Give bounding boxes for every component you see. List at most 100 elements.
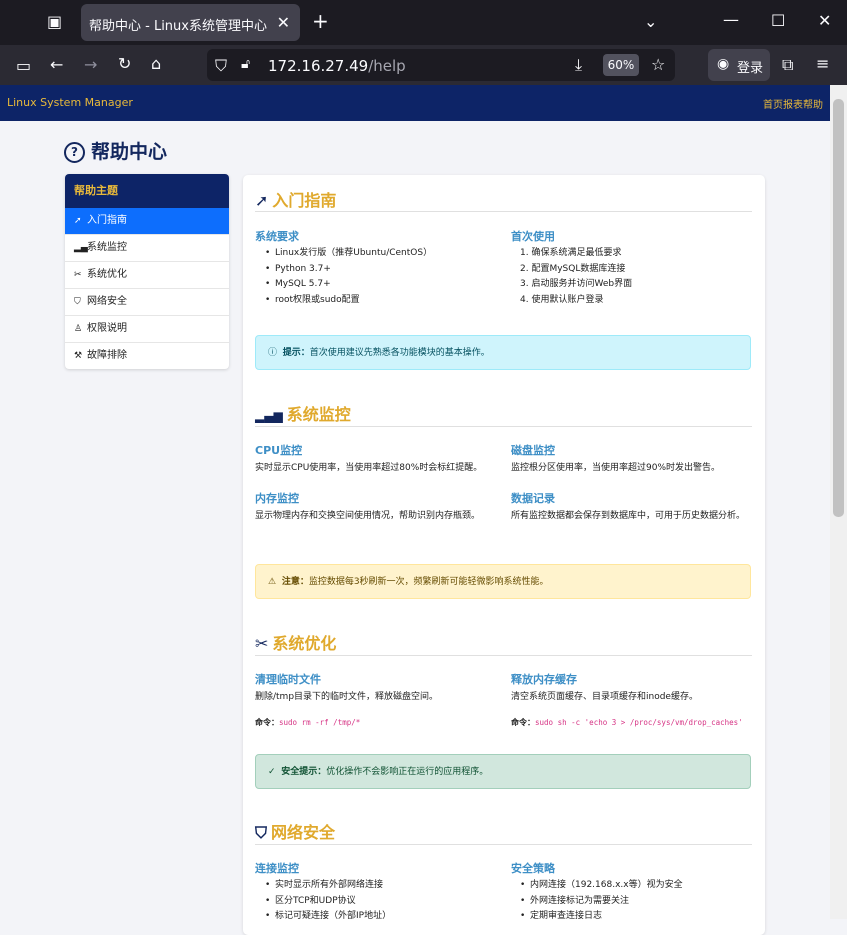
shield-tracking-icon[interactable]: ⛉	[215, 56, 227, 76]
subheading-drop-cache: 释放内存缓存	[511, 673, 577, 686]
tools-icon: ✂	[255, 634, 269, 653]
home-icon[interactable]: ⌂	[151, 54, 161, 73]
list-item: 4. 使用默认账户登录	[520, 294, 604, 305]
lock-icon[interactable]: 🔓︎	[241, 56, 250, 72]
maximize-icon[interactable]: ☐	[771, 13, 785, 29]
bookmark-star-icon[interactable]: ☆	[651, 55, 665, 74]
subheading-first-use: 首次使用	[511, 230, 555, 243]
sidebar-item-optimization[interactable]: ✂ 系统优化	[65, 261, 229, 288]
sidebar-item-permissions[interactable]: ♙ 权限说明	[65, 315, 229, 342]
subheading-clean-tmp: 清理临时文件	[255, 673, 321, 686]
section-title-getting-started: ➚ 入门指南	[255, 191, 337, 210]
section-title-monitoring: ▂▄▆ 系统监控	[255, 405, 351, 424]
first-use-steps: 1. 确保系统满足最低要求 2. 配置MySQL数据库连接 3. 启动服务并访问…	[520, 246, 632, 308]
data-logging-description: 所有监控数据都会保存到数据库中，可用于历史数据分析。	[511, 511, 746, 521]
app-header: Linux System Manager 首页报表帮助	[0, 85, 830, 121]
sidebar-item-getting-started[interactable]: ➚ 入门指南	[65, 208, 229, 234]
browser-nav-bar: ▭ ← → ↻ ⌂ ⛉ 🔓︎ 172.16.27.49/help ⤓ 60% ☆…	[0, 45, 847, 85]
forward-icon[interactable]: →	[84, 55, 97, 74]
account-login-button[interactable]: ◉ 登录	[708, 49, 770, 81]
rocket-icon: ➚	[255, 191, 269, 210]
list-item: 定期审查连接日志	[520, 909, 683, 925]
sidebar-header: 帮助主题	[65, 174, 229, 208]
info-icon: ⓘ	[268, 348, 278, 358]
browser-tab[interactable]: 帮助中心 - Linux系统管理中心 ✕	[81, 4, 300, 41]
list-item: 3. 启动服务并访问Web界面	[520, 279, 633, 289]
user-lock-icon: ♙	[74, 324, 83, 334]
header-nav-links[interactable]: 首页报表帮助	[763, 96, 823, 111]
list-item: 区分TCP和UDP协议	[265, 894, 391, 910]
bar-chart-icon: ▂▄▆	[255, 409, 283, 423]
help-content: ➚入门指南 系统要求 Linux发行版（推荐Ubuntu/CentOS） Pyt…	[243, 175, 765, 935]
account-icon: ◉	[717, 56, 730, 72]
extensions-icon[interactable]: ⧉	[782, 55, 793, 75]
sidebar-toggle-icon[interactable]: ▭	[16, 56, 31, 75]
list-item: 内网连接（192.168.x.x等）视为安全	[520, 878, 683, 894]
cpu-description: 实时显示CPU使用率，当使用率超过80%时会标红提醒。	[255, 463, 483, 473]
page-title: ? 帮助中心	[64, 137, 167, 164]
close-window-icon[interactable]: ✕	[818, 13, 831, 29]
url-bar[interactable]: ⛉ 🔓︎ 172.16.27.49/help ⤓ 60% ☆	[207, 49, 675, 81]
connection-monitor-list: 实时显示所有外部网络连接 区分TCP和UDP协议 标记可疑连接（外部IP地址）	[265, 878, 391, 925]
tools-icon: ✂	[74, 270, 82, 280]
subheading-disk: 磁盘监控	[511, 444, 555, 457]
list-item: 实时显示所有外部网络连接	[265, 878, 391, 894]
sidebar-item-monitoring[interactable]: ▂▄系统监控	[65, 234, 229, 261]
subheading-connection-monitor: 连接监控	[255, 862, 299, 875]
sidebar-item-security[interactable]: ⛉ 网络安全	[65, 288, 229, 315]
subheading-cpu: CPU监控	[255, 444, 303, 457]
disk-description: 监控根分区使用率，当使用率超过90%时发出警告。	[511, 463, 721, 473]
wrench-icon: ⚒	[74, 351, 83, 361]
list-item: 2. 配置MySQL数据库连接	[520, 263, 626, 274]
shield-icon: ⛉	[74, 297, 81, 307]
section-title-optimization: ✂ 系统优化	[255, 634, 337, 653]
brand-logo-text[interactable]: Linux System Manager	[7, 96, 133, 109]
subheading-security-policy: 安全策略	[511, 862, 555, 875]
sidebar-item-troubleshooting[interactable]: ⚒ 故障排除	[65, 342, 229, 369]
subheading-memory: 内存监控	[255, 492, 299, 505]
divider	[255, 844, 752, 845]
tip-alert: ⓘ 提示：首次使用建议先熟悉各功能模块的基本操作。	[255, 335, 751, 370]
url-text[interactable]: 172.16.27.49/help	[268, 57, 406, 75]
drop-cache-command: 命令：sudo sh -c 'echo 3 > /proc/sys/vm/dro…	[511, 718, 743, 727]
list-item: root权限或sudo配置	[265, 293, 432, 309]
new-tab-icon[interactable]: +	[312, 11, 329, 31]
zoom-level[interactable]: 60%	[603, 54, 639, 76]
help-topics-sidebar: 帮助主题 ➚ 入门指南 ▂▄系统监控 ✂ 系统优化 ⛉ 网络安全 ♙ 权限说明 ⚒ 故障排…	[65, 174, 229, 369]
close-tab-icon[interactable]: ✕	[277, 13, 290, 32]
reload-icon[interactable]: ↻	[118, 54, 131, 73]
page-scrollbar[interactable]	[830, 85, 847, 919]
rocket-icon: ➚	[74, 216, 82, 226]
security-policy-list: 内网连接（192.168.x.x等）视为安全 外网连接标记为需要关注 定期审查连…	[520, 878, 683, 925]
list-item: MySQL 5.7+	[265, 277, 432, 293]
clean-tmp-command: 命令：sudo rm -rf /tmp/*	[255, 718, 361, 727]
warning-alert: ⚠ 注意：监控数据每3秒刷新一次，频繁刷新可能轻微影响系统性能。	[255, 564, 751, 599]
divider	[255, 655, 752, 656]
menu-icon[interactable]: ≡	[816, 54, 829, 73]
bar-chart-icon: ▂▄	[74, 243, 88, 253]
list-item: 外网连接标记为需要关注	[520, 894, 683, 910]
warning-icon: ⚠	[268, 577, 277, 587]
question-circle-icon: ?	[64, 142, 85, 163]
clean-tmp-description: 删除/tmp目录下的临时文件，释放磁盘空间。	[255, 692, 439, 702]
tab-overview-icon[interactable]: ▣	[47, 14, 62, 30]
section-title-security: ⛉ 网络安全	[255, 823, 336, 842]
list-item: Linux发行版（推荐Ubuntu/CentOS）	[265, 246, 432, 262]
list-item: 1. 确保系统满足最低要求	[520, 248, 622, 258]
requirements-list: Linux发行版（推荐Ubuntu/CentOS） Python 3.7+ My…	[265, 246, 432, 308]
subheading-requirements: 系统要求	[255, 230, 299, 243]
back-icon[interactable]: ←	[50, 55, 63, 74]
login-label: 登录	[737, 61, 764, 76]
shield-icon: ⛉	[255, 823, 268, 842]
scrollbar-thumb[interactable]	[833, 99, 844, 517]
subheading-data-logging: 数据记录	[511, 492, 555, 505]
check-circle-icon: ✓	[268, 767, 276, 777]
minimize-icon[interactable]: —	[723, 12, 739, 28]
divider	[255, 211, 752, 212]
browser-tab-bar: ▣ 帮助中心 - Linux系统管理中心 ✕ + ⌄ — ☐ ✕	[0, 0, 847, 45]
tab-list-chevron-icon[interactable]: ⌄	[644, 14, 657, 30]
memory-description: 显示物理内存和交换空间使用情况，帮助识别内存瓶颈。	[255, 511, 481, 521]
tab-title: 帮助中心 - Linux系统管理中心	[89, 19, 267, 34]
save-page-icon[interactable]: ⤓	[575, 55, 582, 75]
list-item: 标记可疑连接（外部IP地址）	[265, 909, 391, 925]
